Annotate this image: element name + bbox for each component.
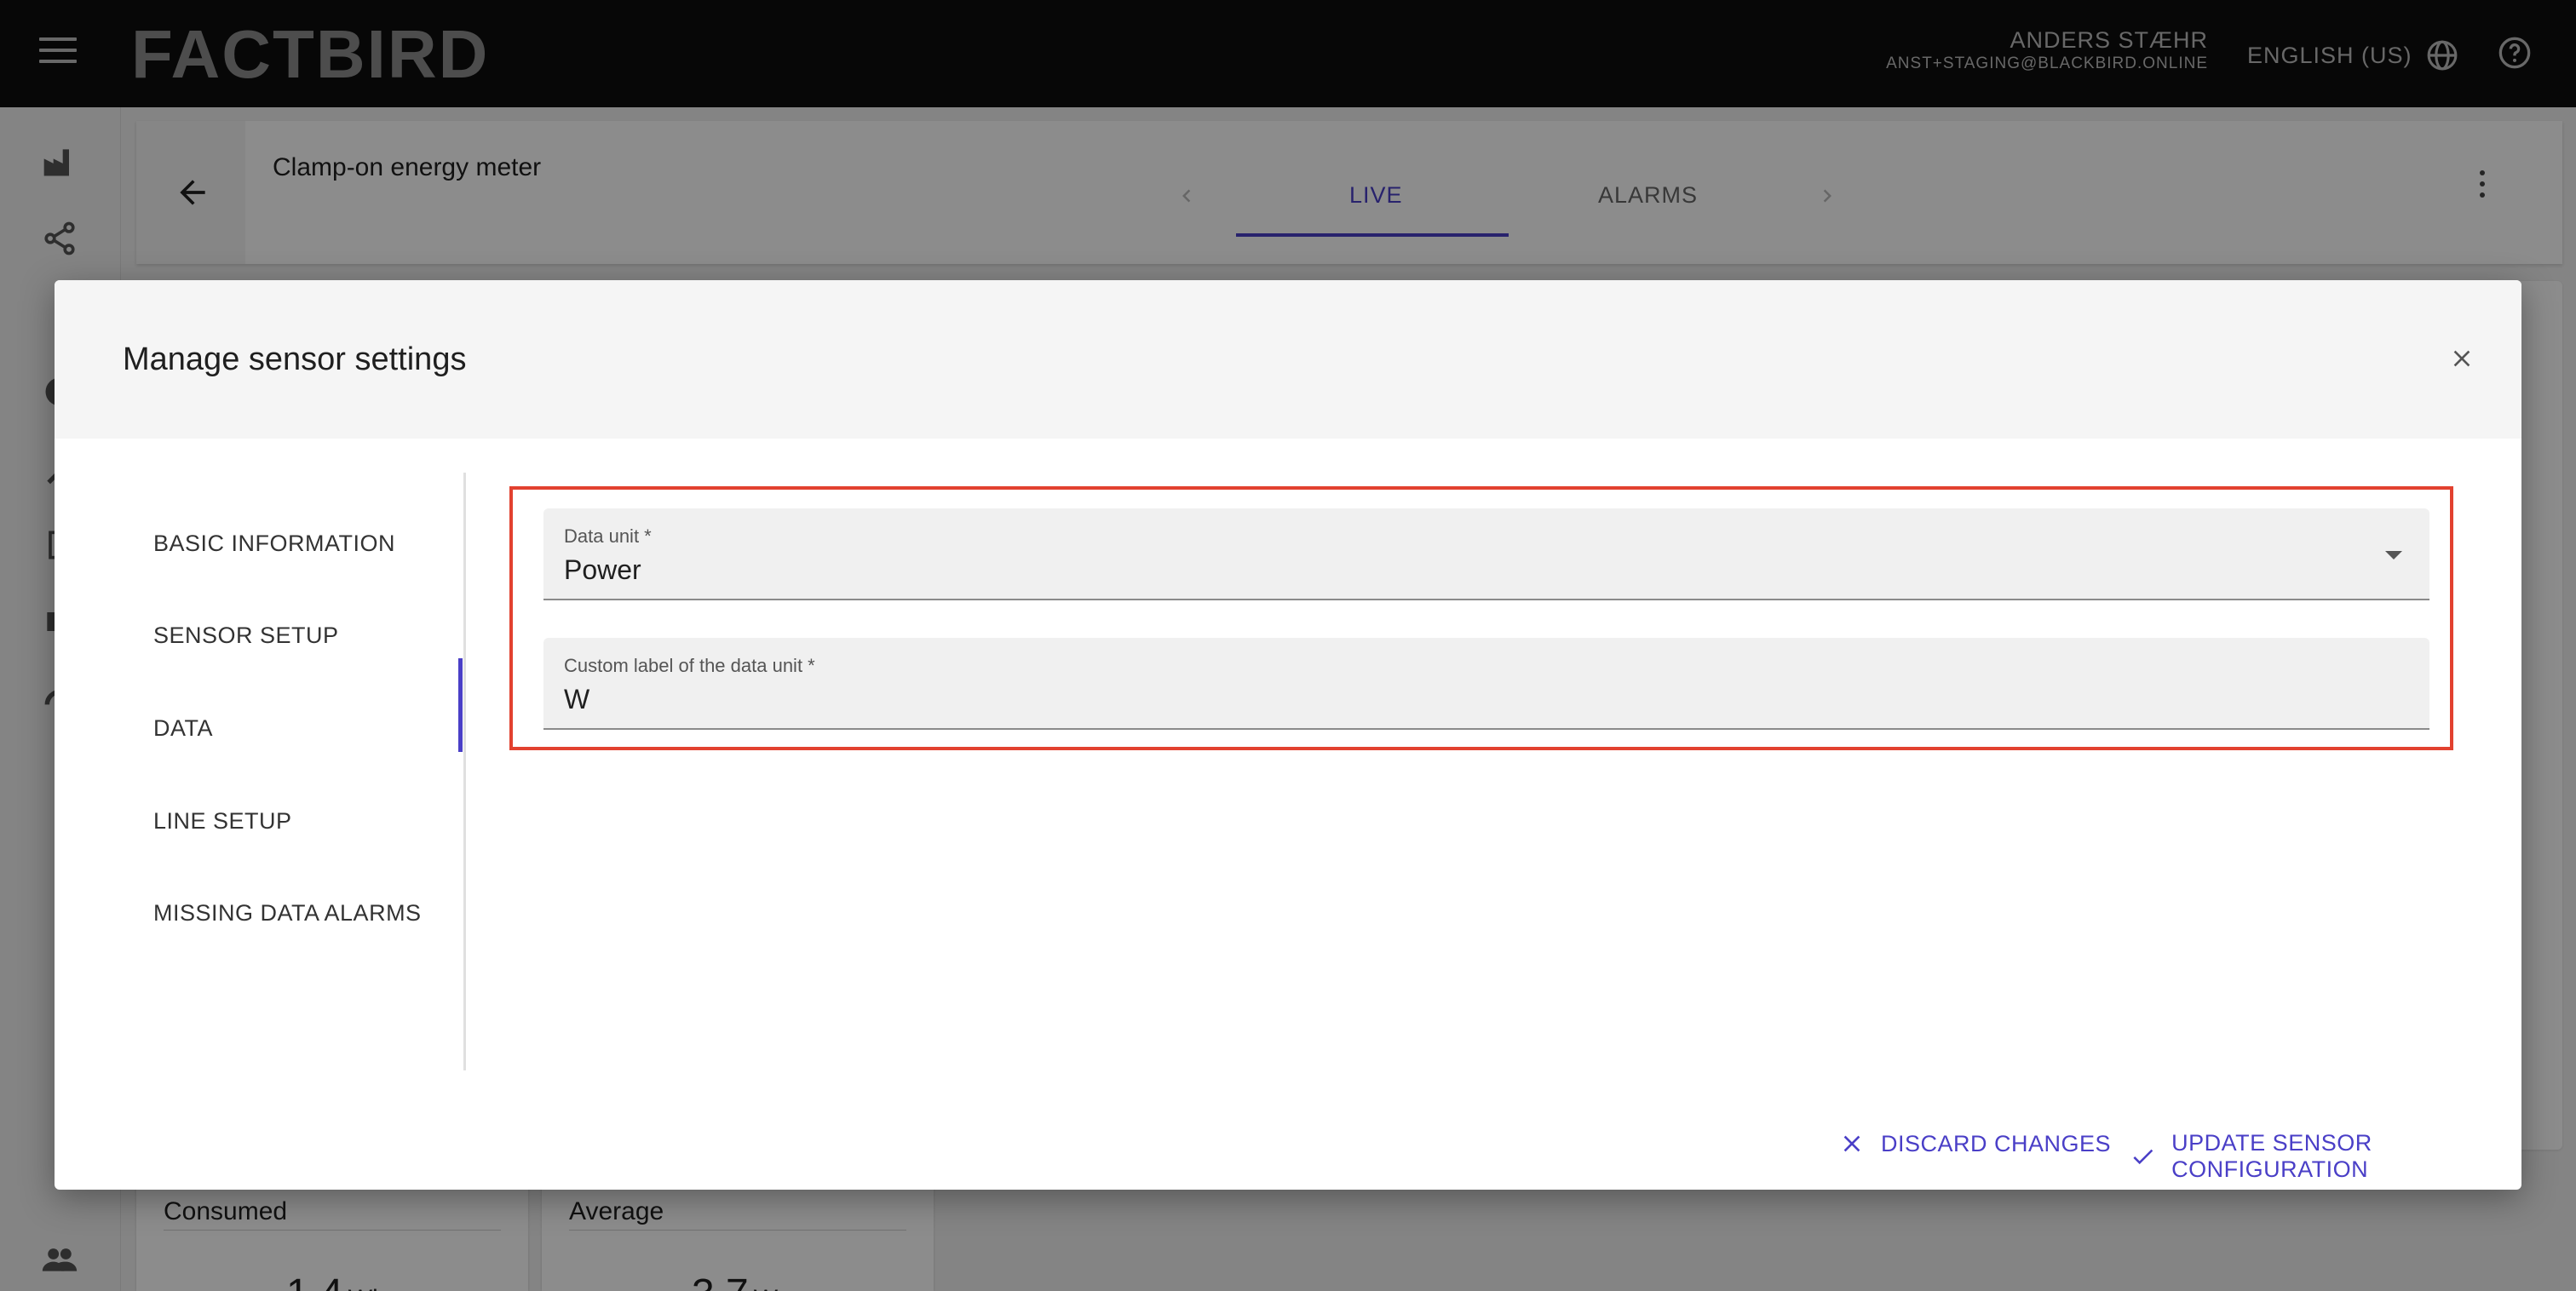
nav-item-data[interactable]: DATA [153,715,213,742]
data-unit-select[interactable]: Data unit * Power [543,508,2429,600]
dialog-title: Manage sensor settings [123,341,467,377]
close-icon [1843,1135,1860,1152]
active-nav-indicator [458,658,463,752]
custom-label-label: Custom label of the data unit * [564,655,815,676]
update-sensor-configuration-button[interactable]: UPDATE SENSOR CONFIGURATION [2130,1130,2521,1183]
discard-label: DISCARD CHANGES [1881,1130,2112,1156]
custom-label-input[interactable]: Custom label of the data unit * W [543,638,2429,730]
nav-item-basic-information[interactable]: BASIC INFORMATION [153,531,395,557]
manage-sensor-settings-dialog: Manage sensor settings BASIC INFORMATION… [55,280,2521,1190]
nav-item-sensor-setup[interactable]: SENSOR SETUP [153,623,339,649]
data-unit-label: Data unit * [564,525,652,547]
data-unit-value: Power [564,554,641,585]
custom-label-value: W [564,684,590,714]
discard-changes-button[interactable]: DISCARD CHANGES [1838,1130,2111,1157]
nav-divider [463,473,466,1070]
close-icon[interactable] [2448,345,2475,372]
settings-nav: BASIC INFORMATION SENSOR SETUP DATA LINE… [55,439,463,1035]
dialog-header: Manage sensor settings [55,280,2521,439]
check-icon [2133,1149,2153,1165]
dropdown-arrow-icon [2385,551,2402,559]
update-label: UPDATE SENSOR CONFIGURATION [2171,1130,2372,1182]
nav-item-missing-data-alarms[interactable]: MISSING DATA ALARMS [153,900,422,927]
nav-item-line-setup[interactable]: LINE SETUP [153,808,292,835]
